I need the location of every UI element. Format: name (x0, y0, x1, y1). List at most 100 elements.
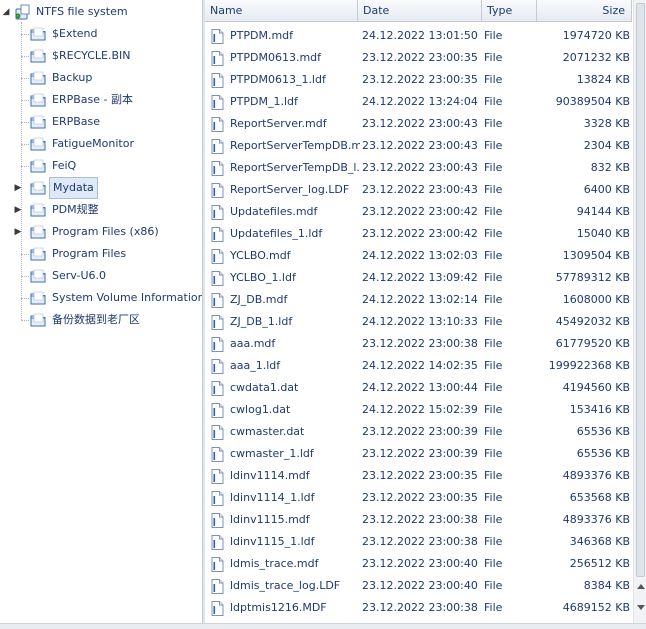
file-row[interactable]: PTPDM0613_1.ldf 23.12.2022 23:00:35 File 13… (205, 69, 633, 91)
scrollbar-thumb[interactable] (636, 3, 645, 577)
column-header-type[interactable]: Type (482, 0, 537, 21)
file-browser-window: ◢ NTFS file system $Extend $RECYCLE.BIN Back… (0, 0, 646, 629)
file-row[interactable]: cwlog1.dat 24.12.2022 15:02:39 File 153416 … (205, 399, 633, 421)
file-date: 23.12.2022 23:00:43 (362, 117, 478, 130)
tree-folder-node[interactable]: System Volume Information (0, 287, 202, 309)
file-type: File (484, 271, 503, 284)
file-row[interactable]: PTPDM0613.mdf 23.12.2022 23:00:35 File 2071… (205, 47, 633, 69)
file-row[interactable]: cwdata1.dat 24.12.2022 13:00:44 File 419456… (205, 377, 633, 399)
file-row[interactable]: PTPDM.mdf 24.12.2022 13:01:50 File 1974720 … (205, 25, 633, 47)
tree-folder-label: FeiQ (52, 159, 77, 172)
vertical-scrollbar[interactable] (633, 0, 646, 623)
file-date: 24.12.2022 13:09:42 (362, 271, 478, 284)
file-row[interactable]: Updatefiles_1.ldf 23.12.2022 23:00:42 File… (205, 223, 633, 245)
folder-icon (30, 114, 46, 130)
status-strip (0, 623, 646, 629)
column-header-date[interactable]: Date (358, 0, 482, 21)
tree-folder-node[interactable]: Program Files (0, 243, 200, 265)
file-row[interactable]: ldmis_trace.mdf 23.12.2022 23:00:40 File 25… (205, 553, 633, 575)
file-icon (211, 491, 224, 506)
file-row[interactable]: PTPDM_1.ldf 24.12.2022 13:24:04 File 903895… (205, 91, 633, 113)
file-row[interactable]: cwmaster_1.ldf 23.12.2022 23:00:39 File 655… (205, 443, 633, 465)
file-row[interactable]: aaa.mdf 23.12.2022 23:00:38 File 61779520 K… (205, 333, 633, 355)
file-row[interactable]: ldptmis1216.MDF 23.12.2022 23:00:38 File 46… (205, 597, 633, 619)
file-row[interactable]: Updatefiles.mdf 23.12.2022 23:00:42 File 94… (205, 201, 633, 223)
file-row[interactable]: ZJ_DB_1.ldf 24.12.2022 13:10:33 File 454920… (205, 311, 633, 333)
tree-root-node[interactable]: ◢ NTFS file system (0, 1, 200, 23)
tree-folder-node[interactable]: ERPBase (0, 111, 200, 133)
file-row[interactable]: ReportServerTempDB_l... 23.12.2022 23:00:… (205, 157, 633, 179)
folder-icon (30, 312, 46, 328)
column-header-name[interactable]: Name (205, 0, 358, 21)
file-size: 57789312 KB (555, 271, 630, 284)
tree-folder-node[interactable]: ▶ Program Files (x86) (0, 221, 200, 243)
tree-connector (21, 56, 29, 57)
file-row[interactable]: aaa_1.ldf 24.12.2022 14:02:35 File 19992236… (205, 355, 633, 377)
file-row[interactable]: ldinv1114.mdf 23.12.2022 23:00:35 File 4893… (205, 465, 633, 487)
file-row[interactable]: ldinv1114_1.ldf 23.12.2022 23:00:35 File 65… (205, 487, 633, 509)
expand-arrow-icon[interactable]: ▶ (13, 177, 23, 199)
file-name: ldinv1114_1.ldf (230, 491, 315, 504)
folder-icon (30, 158, 46, 174)
file-name: YCLBO_1.ldf (230, 271, 296, 284)
collapse-arrow-icon[interactable]: ◢ (1, 1, 11, 23)
file-name: Updatefiles_1.ldf (230, 227, 323, 240)
file-date: 23.12.2022 23:00:43 (362, 183, 478, 196)
folder-tree[interactable]: ◢ NTFS file system $Extend $RECYCLE.BIN Back… (0, 0, 202, 623)
tree-connector (21, 320, 29, 321)
folder-icon (30, 48, 46, 64)
file-type: File (484, 403, 503, 416)
file-row[interactable]: ldinv1115_1.ldf 23.12.2022 23:00:38 File 34… (205, 531, 633, 553)
file-row[interactable]: ReportServerTempDB.mdf 23.12.2022 23:00:4… (205, 135, 633, 157)
file-icon (211, 557, 224, 572)
tree-folder-label: $RECYCLE.BIN (52, 49, 131, 62)
tree-folder-node[interactable]: FatigueMonitor (0, 133, 200, 155)
file-row[interactable]: ReportServer_log.LDF 23.12.2022 23:00:43 F… (205, 179, 633, 201)
file-type: File (484, 513, 503, 526)
file-icon (211, 337, 224, 352)
file-date: 24.12.2022 13:02:14 (362, 293, 478, 306)
file-date: 23.12.2022 23:00:38 (362, 337, 478, 350)
file-date: 23.12.2022 23:00:43 (362, 161, 478, 174)
file-type: File (484, 139, 503, 152)
tree-folder-node[interactable]: $RECYCLE.BIN (0, 45, 200, 67)
file-size: 346368 KB (569, 535, 630, 548)
file-row[interactable]: cwmaster.dat 23.12.2022 23:00:39 File 65536… (205, 421, 633, 443)
file-icon (211, 535, 224, 550)
drive-icon (14, 3, 30, 20)
file-row[interactable]: ldmis_trace_log.LDF 23.12.2022 23:00:40 Fi… (205, 575, 633, 597)
file-size: 2071232 KB (562, 51, 630, 64)
scroll-down-arrow-icon[interactable] (637, 605, 645, 610)
file-date: 23.12.2022 23:00:40 (362, 579, 478, 592)
tree-folder-node[interactable]: Serv-U6.0 (0, 265, 200, 287)
file-icon (211, 95, 224, 110)
file-type: File (484, 535, 503, 548)
file-icon (211, 271, 224, 286)
tree-folder-node[interactable]: $Extend (0, 23, 200, 45)
file-type: File (484, 249, 503, 262)
scroll-up-arrow-icon[interactable] (637, 584, 645, 589)
file-row[interactable]: ZJ_DB.mdf 24.12.2022 13:02:14 File 1608000 … (205, 289, 633, 311)
file-type: File (484, 161, 503, 174)
column-header-size[interactable]: Size (537, 0, 632, 21)
file-date: 23.12.2022 23:00:42 (362, 205, 478, 218)
file-row[interactable]: YCLBO.mdf 24.12.2022 13:02:03 File 1309504 … (205, 245, 633, 267)
file-date: 24.12.2022 13:00:44 (362, 381, 478, 394)
file-name: ReportServer_log.LDF (230, 183, 350, 196)
tree-folder-node[interactable]: 备份数据到老厂区 (0, 309, 200, 331)
file-size: 6400 KB (583, 183, 630, 196)
file-row[interactable]: ReportServer.mdf 23.12.2022 23:00:43 File 3… (205, 113, 633, 135)
tree-folder-node[interactable]: Backup (0, 67, 200, 89)
tree-folder-node[interactable]: ERPBase - 副本 (0, 89, 200, 111)
expand-arrow-icon[interactable]: ▶ (13, 199, 23, 221)
file-type: File (484, 315, 503, 328)
expand-arrow-icon[interactable]: ▶ (13, 221, 23, 243)
file-row[interactable]: YCLBO_1.ldf 24.12.2022 13:09:42 File 577893… (205, 267, 633, 289)
tree-folder-node[interactable]: FeiQ (0, 155, 200, 177)
tree-folder-node[interactable]: ▶ Mydata (0, 177, 200, 199)
file-name: cwmaster.dat (230, 425, 305, 438)
tree-folder-node[interactable]: ▶ PDM规整 (0, 199, 200, 221)
file-date: 23.12.2022 23:00:35 (362, 51, 478, 64)
folder-icon (30, 180, 46, 196)
file-row[interactable]: ldinv1115.mdf 23.12.2022 23:00:38 File 4893… (205, 509, 633, 531)
